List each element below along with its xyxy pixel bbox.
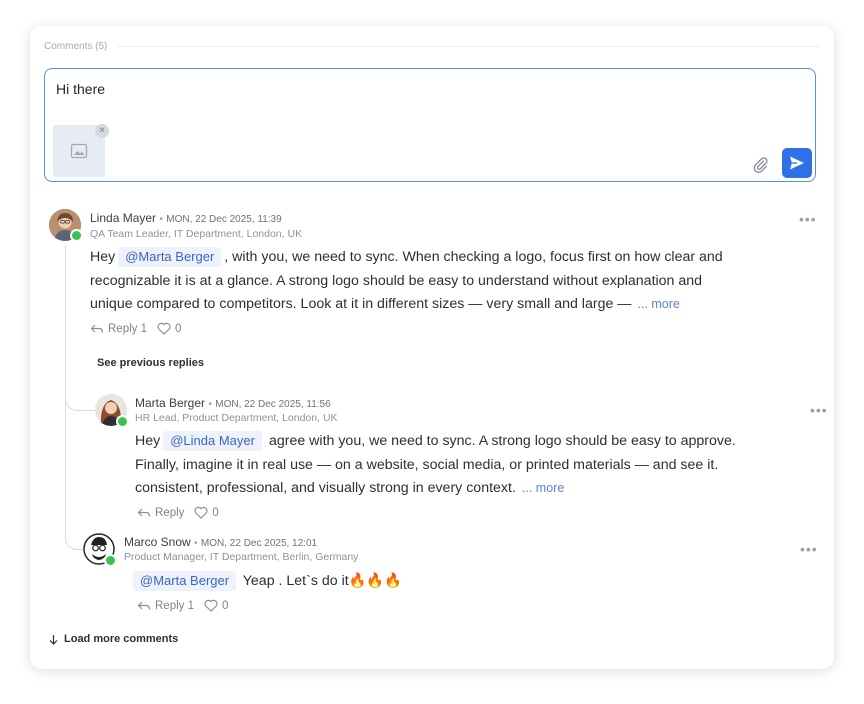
author-name[interactable]: Marco Snow — [124, 535, 191, 549]
comments-card: Comments (5) Hi there × Linda Mayer • MO… — [30, 26, 834, 669]
send-icon — [790, 156, 804, 170]
attached-image-thumbnail[interactable]: × — [53, 124, 109, 177]
see-previous-replies-link[interactable]: See previous replies — [97, 357, 204, 369]
like-count: 0 — [212, 506, 219, 519]
read-more-link[interactable]: ... more — [522, 481, 564, 495]
author-name[interactable]: Linda Mayer — [90, 211, 156, 225]
reply-icon — [90, 324, 104, 333]
separator: • — [194, 538, 198, 549]
comment-text: Hey @Marta Berger, with you, we need to s… — [90, 246, 820, 317]
comments-header: Comments (5) — [44, 41, 820, 52]
comment-line-2: Finally, imagine it in real use — on a w… — [135, 456, 719, 473]
comment-line-1: Hey @Marta Berger, with you, we need to s… — [90, 247, 723, 267]
online-status-indicator — [104, 554, 117, 567]
comment-text: Hey @Linda Mayer agree with you, we need … — [135, 430, 825, 501]
remove-attachment-button[interactable]: × — [95, 124, 109, 138]
send-button[interactable] — [782, 148, 812, 178]
more-options-button[interactable]: ••• — [800, 541, 818, 557]
load-more-comments-button[interactable]: Load more comments — [49, 633, 178, 645]
like-count: 0 — [222, 599, 229, 612]
author-role: QA Team Leader, IT Department, London, U… — [90, 228, 303, 240]
read-more-link[interactable]: ... more — [638, 297, 680, 311]
comment-message: Yeap . Let`s do it🔥🔥🔥 — [242, 573, 402, 589]
heart-icon[interactable] — [194, 506, 208, 519]
heart-icon[interactable] — [157, 322, 171, 335]
arrow-down-icon — [49, 634, 58, 645]
comment-line-3: unique compared to competitors. Look at … — [90, 296, 680, 312]
load-more-label: Load more comments — [64, 633, 179, 645]
heart-icon[interactable] — [204, 599, 218, 612]
author-role: HR Lead, Product Department, London, UK — [135, 412, 338, 424]
comment-text: @Marta Berger Yeap . Let`s do it🔥🔥🔥 — [133, 570, 733, 594]
author-line: Linda Mayer • MON, 22 Dec 2025, 11:39 — [90, 211, 282, 225]
comment-line-2: recognizable it is at a glance. A strong… — [90, 272, 703, 289]
paperclip-icon[interactable] — [751, 155, 769, 173]
reply-button[interactable]: Reply — [155, 507, 184, 519]
online-status-indicator — [116, 415, 129, 428]
mention-tag[interactable]: @Marta Berger — [133, 571, 237, 591]
more-options-button[interactable]: ••• — [810, 402, 828, 418]
timestamp: MON, 22 Dec 2025, 12:01 — [200, 538, 318, 549]
reply-button[interactable]: Reply 1 — [108, 323, 147, 335]
comments-count-title: Comments (5) — [44, 41, 108, 52]
image-icon — [70, 143, 88, 159]
author-line: Marco Snow • MON, 22 Dec 2025, 12:01 — [124, 535, 317, 549]
timestamp: MON, 22 Dec 2025, 11:39 — [166, 214, 282, 225]
comment-actions: Reply 1 0 — [90, 322, 181, 335]
timestamp: MON, 22 Dec 2025, 11:56 — [215, 399, 331, 410]
mention-tag[interactable]: @Linda Mayer — [163, 431, 262, 451]
comment-line-3: consistent, professional, and visually s… — [135, 480, 565, 496]
reply-icon — [137, 601, 151, 610]
author-line: Marta Berger • MON, 22 Dec 2025, 11:56 — [135, 396, 331, 410]
author-role: Product Manager, IT Department, Berlin, … — [124, 551, 359, 563]
reply-icon — [137, 508, 151, 517]
header-divider — [117, 46, 820, 47]
thread-line-branch — [65, 396, 86, 550]
reply-button[interactable]: Reply 1 — [155, 600, 194, 612]
comment-line-1: Hey @Linda Mayer agree with you, we need … — [135, 431, 736, 451]
separator: • — [159, 214, 163, 225]
online-status-indicator — [70, 229, 83, 242]
author-name[interactable]: Marta Berger — [135, 396, 205, 410]
comment-composer[interactable]: Hi there × — [44, 68, 816, 182]
comment-actions: Reply 1 0 — [137, 599, 228, 612]
like-count: 0 — [175, 322, 182, 335]
mention-tag[interactable]: @Marta Berger — [118, 247, 222, 267]
more-options-button[interactable]: ••• — [799, 211, 817, 227]
comment-actions: Reply 0 — [137, 506, 219, 519]
separator: • — [208, 399, 212, 410]
composer-input[interactable]: Hi there — [56, 81, 105, 97]
